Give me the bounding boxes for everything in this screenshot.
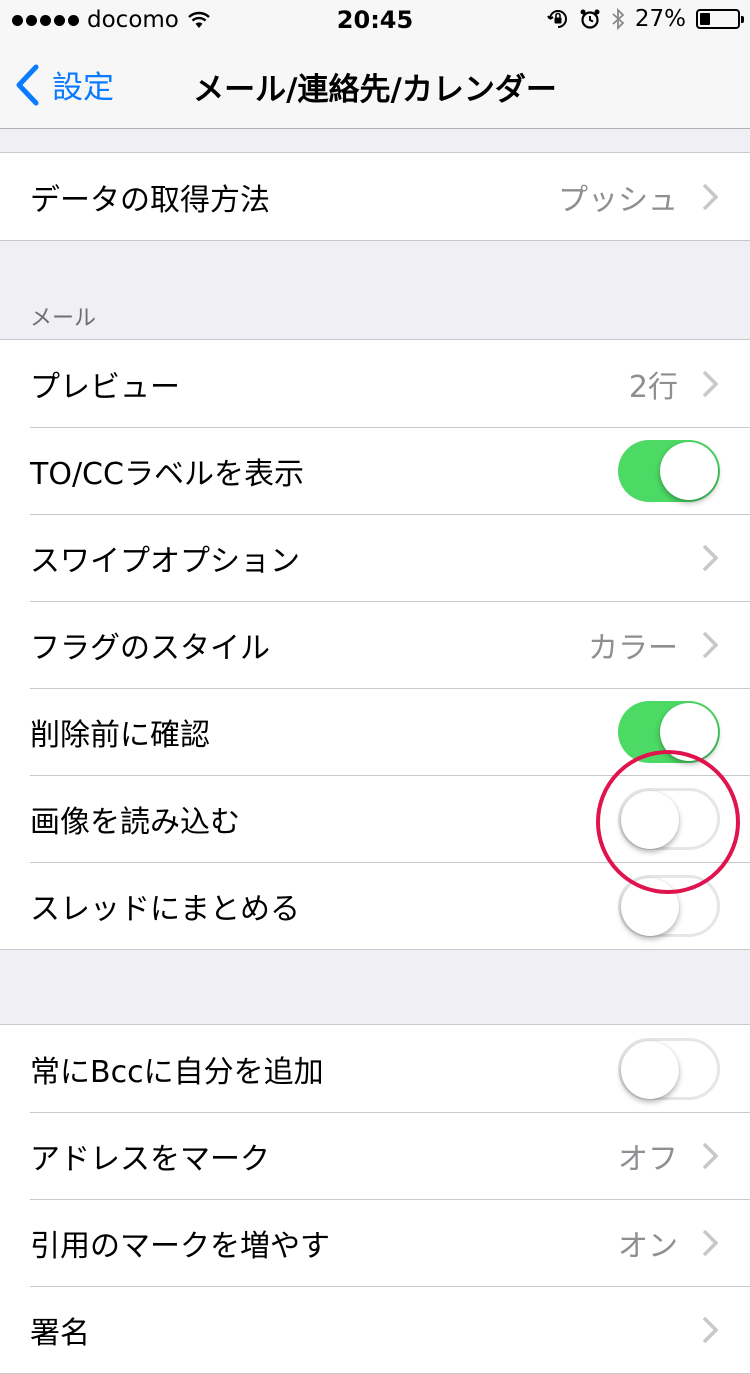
row-label: データの取得方法 <box>30 183 270 218</box>
row-label: スレッドにまとめる <box>30 892 300 927</box>
battery-icon <box>696 9 744 29</box>
fetch-method-row[interactable]: データの取得方法 プッシュ <box>0 153 750 240</box>
bluetooth-icon <box>612 7 625 31</box>
chevron-right-icon <box>702 631 718 659</box>
navigation-bar: 設定 メール/連絡先/カレンダー <box>0 40 750 129</box>
chevron-right-icon <box>702 370 718 398</box>
row-detail: 2行 <box>628 370 678 405</box>
chevron-right-icon <box>702 183 718 211</box>
load-images-toggle[interactable] <box>618 788 720 850</box>
row-detail: プッシュ <box>558 183 678 218</box>
organize-by-thread-row: スレッドにまとめる <box>0 862 750 949</box>
row-label: フラグのスタイル <box>30 631 270 666</box>
swipe-options-row[interactable]: スワイプオプション <box>0 514 750 601</box>
load-images-row: 画像を読み込む <box>0 775 750 862</box>
always-bcc-myself-toggle[interactable] <box>618 1038 720 1100</box>
status-bar: docomo 20:45 27% <box>0 0 750 40</box>
orientation-lock-icon <box>547 10 567 28</box>
page-title: メール/連絡先/カレンダー <box>193 72 557 108</box>
row-label: 引用のマークを増やす <box>30 1229 330 1264</box>
always-bcc-myself-row: 常にBccに自分を追加 <box>0 1025 750 1112</box>
row-detail: カラー <box>588 631 678 666</box>
row-label: 常にBccに自分を追加 <box>30 1055 324 1090</box>
increase-quote-level-row[interactable]: 引用のマークを増やす オン <box>0 1199 750 1286</box>
compose-settings-group: 常にBccに自分を追加 アドレスをマーク オフ 引用のマークを増やす オン 署名 <box>0 1024 750 1374</box>
organize-by-thread-toggle[interactable] <box>618 875 720 937</box>
flag-style-row[interactable]: フラグのスタイル カラー <box>0 601 750 688</box>
row-detail: オン <box>618 1229 678 1264</box>
row-detail: オフ <box>618 1142 678 1177</box>
preview-row[interactable]: プレビュー 2行 <box>0 340 750 427</box>
show-to-cc-label-row: TO/CCラベルを表示 <box>0 427 750 514</box>
alarm-icon <box>580 9 600 29</box>
ask-before-deleting-toggle[interactable] <box>618 701 720 763</box>
mark-addresses-row[interactable]: アドレスをマーク オフ <box>0 1112 750 1199</box>
show-to-cc-label-toggle[interactable] <box>618 440 720 502</box>
row-label: 削除前に確認 <box>30 718 210 753</box>
chevron-right-icon <box>702 1229 718 1257</box>
signature-row[interactable]: 署名 <box>0 1286 750 1373</box>
chevron-right-icon <box>702 1142 718 1170</box>
chevron-right-icon <box>702 544 718 572</box>
battery-percent: 27% <box>634 6 686 32</box>
row-label: TO/CCラベルを表示 <box>30 457 304 492</box>
row-label: スワイプオプション <box>30 544 300 579</box>
mail-settings-group: プレビュー 2行 TO/CCラベルを表示 スワイプオプション フラグのスタイル … <box>0 339 750 950</box>
section-header-mail: メール <box>30 306 97 331</box>
chevron-right-icon <box>702 1316 718 1344</box>
fetch-settings-group: データの取得方法 プッシュ <box>0 152 750 241</box>
ask-before-deleting-row: 削除前に確認 <box>0 688 750 775</box>
row-label: アドレスをマーク <box>30 1142 270 1177</box>
row-label: 画像を読み込む <box>30 805 240 840</box>
row-label: プレビュー <box>30 370 180 405</box>
row-label: 署名 <box>30 1316 90 1351</box>
